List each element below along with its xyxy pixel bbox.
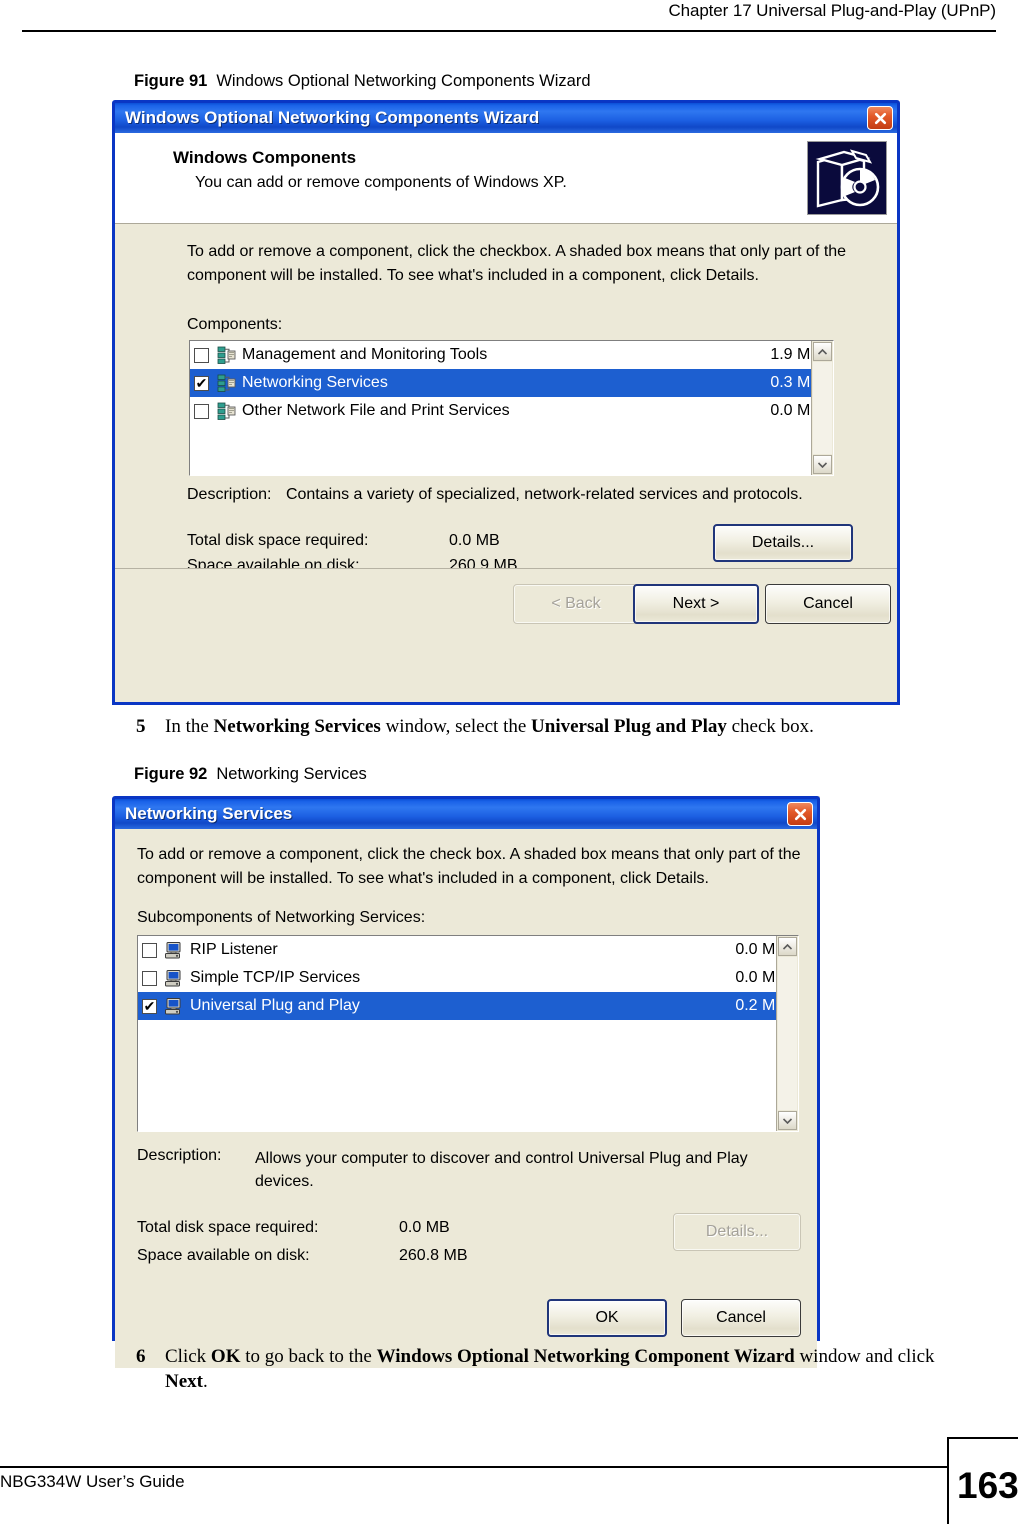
wizard-button-bar: < Back Next > Cancel (115, 568, 897, 651)
list-item[interactable]: RIP Listener 0.0 MB (138, 936, 798, 964)
computer-icon (164, 941, 185, 960)
close-icon[interactable] (867, 106, 893, 130)
dialog-title: Windows Optional Networking Components W… (125, 108, 540, 127)
description-text: Allows your computer to discover and con… (255, 1150, 748, 1190)
list-item-label: Networking Services (242, 374, 388, 391)
wizard-header-panel: Windows Components You can add or remove… (115, 133, 897, 224)
networking-services-instructions: To add or remove a component, click the … (137, 846, 801, 887)
list-item-label: Management and Monitoring Tools (242, 346, 488, 363)
list-item-label: RIP Listener (190, 941, 278, 958)
next-button[interactable]: Next > (633, 584, 759, 624)
description-label: Description: (187, 486, 272, 503)
components-scrollbar[interactable] (811, 341, 833, 475)
scroll-down-arrow-icon[interactable] (813, 455, 832, 474)
dialog-title: Networking Services (125, 804, 293, 823)
list-item[interactable]: ✔ Networking Services 0.3 MB (190, 369, 833, 397)
list-item[interactable]: Simple TCP/IP Services 0.0 MB (138, 964, 798, 992)
figure-91-number: Figure 91 (134, 72, 208, 90)
cancel-button[interactable]: Cancel (681, 1299, 801, 1337)
total-disk-space-required-value: 0.0 MB (399, 1219, 450, 1236)
list-item-label: Other Network File and Print Services (242, 402, 510, 419)
step-6: 6 Click OK to go back to the Windows Opt… (136, 1344, 966, 1394)
network-component-icon (216, 374, 237, 393)
wizard-header-title: Windows Components (173, 148, 357, 167)
checkbox-checked-icon[interactable]: ✔ (142, 998, 157, 1014)
wizard-header-subtitle: You can add or remove components of Wind… (195, 174, 567, 191)
scrollbar-track[interactable] (778, 957, 797, 1110)
network-component-icon (216, 402, 237, 421)
wizard-instructions: To add or remove a component, click the … (187, 243, 847, 284)
details-button[interactable]: Details... (673, 1213, 801, 1251)
step-5-text: In the Networking Services window, selec… (165, 716, 814, 737)
figure-91-title: Windows Optional Networking Components W… (216, 72, 591, 90)
components-listbox[interactable]: Management and Monitoring Tools 1.9 MB ✔ Ne… (189, 340, 834, 476)
page-number: 163 (957, 1465, 1018, 1506)
description-text: Contains a variety of specialized, netwo… (285, 486, 803, 503)
total-disk-space-required-label: Total disk space required: (187, 532, 369, 549)
subcomponents-scrollbar[interactable] (776, 936, 798, 1131)
list-item[interactable]: Management and Monitoring Tools 1.9 MB (190, 341, 833, 369)
component-description: Description: Contains a variety of speci… (187, 486, 803, 504)
step-6-number: 6 (136, 1346, 146, 1367)
checkbox-checked-icon[interactable]: ✔ (194, 375, 209, 391)
back-button[interactable]: < Back (513, 584, 639, 624)
list-item[interactable]: ✔ Universal Plug and Play 0.2 MB (138, 992, 798, 1020)
footer-divider (0, 1466, 948, 1468)
computer-icon (164, 997, 185, 1016)
wizard-body: To add or remove a component, click the … (115, 224, 897, 651)
subcomponents-listbox[interactable]: RIP Listener 0.0 MB Simple TCP/IP Services… (137, 935, 799, 1132)
step-5-number: 5 (136, 716, 146, 737)
footer-guide-name: NBG334W User’s Guide (0, 1472, 185, 1491)
windows-optional-networking-components-wizard-dialog: Windows Optional Networking Components W… (112, 100, 900, 705)
list-item-label: Universal Plug and Play (190, 997, 360, 1014)
page-header: Chapter 17 Universal Plug-and-Play (UPnP… (0, 0, 1018, 36)
space-available-on-disk-value: 260.8 MB (399, 1247, 468, 1264)
checkbox-unchecked-icon[interactable] (142, 970, 157, 986)
figure-92-caption: Figure 92 Networking Services (134, 765, 367, 784)
list-item-label: Simple TCP/IP Services (190, 969, 361, 986)
list-item[interactable]: Other Network File and Print Services 0.0… (190, 397, 833, 425)
network-component-icon (216, 346, 237, 365)
scrollbar-track[interactable] (813, 362, 832, 454)
space-available-on-disk-label: Space available on disk: (137, 1247, 310, 1264)
dialog-titlebar[interactable]: Networking Services (115, 799, 817, 829)
subcomponents-label: Subcomponents of Networking Services: (137, 909, 426, 926)
checkbox-unchecked-icon[interactable] (142, 942, 157, 958)
details-button[interactable]: Details... (713, 524, 853, 562)
figure-92-title: Networking Services (216, 765, 367, 783)
total-disk-space-required-label: Total disk space required: (137, 1219, 319, 1236)
dialog-titlebar[interactable]: Windows Optional Networking Components W… (115, 103, 897, 133)
page-number-box: 163 (947, 1437, 1018, 1524)
cancel-button[interactable]: Cancel (765, 584, 891, 624)
header-divider (22, 30, 996, 32)
networking-services-body: To add or remove a component, click the … (115, 829, 817, 1368)
checkbox-unchecked-icon[interactable] (194, 403, 209, 419)
computer-icon (164, 969, 185, 988)
windows-components-package-icon (807, 141, 887, 215)
scroll-up-arrow-icon[interactable] (778, 937, 797, 956)
ok-button[interactable]: OK (547, 1299, 667, 1337)
chapter-header-text: Chapter 17 Universal Plug-and-Play (UPnP… (668, 1, 996, 20)
subcomponents-list: RIP Listener 0.0 MB Simple TCP/IP Services… (138, 936, 798, 1020)
close-icon[interactable] (787, 802, 813, 826)
networking-services-dialog: Networking Services To add or remove a c… (112, 796, 820, 1368)
checkbox-unchecked-icon[interactable] (194, 347, 209, 363)
components-list: Management and Monitoring Tools 1.9 MB ✔ Ne… (190, 341, 833, 425)
components-label: Components: (187, 316, 283, 333)
figure-91-caption: Figure 91 Windows Optional Networking Com… (134, 72, 591, 91)
scroll-down-arrow-icon[interactable] (778, 1111, 797, 1130)
description-label: Description: (137, 1147, 222, 1164)
figure-92-number: Figure 92 (134, 765, 208, 783)
scroll-up-arrow-icon[interactable] (813, 342, 832, 361)
total-disk-space-required-value: 0.0 MB (449, 532, 500, 549)
step-5: 5 In the Networking Services window, sel… (136, 714, 956, 739)
step-6-text: Click OK to go back to the Windows Optio… (165, 1346, 935, 1392)
